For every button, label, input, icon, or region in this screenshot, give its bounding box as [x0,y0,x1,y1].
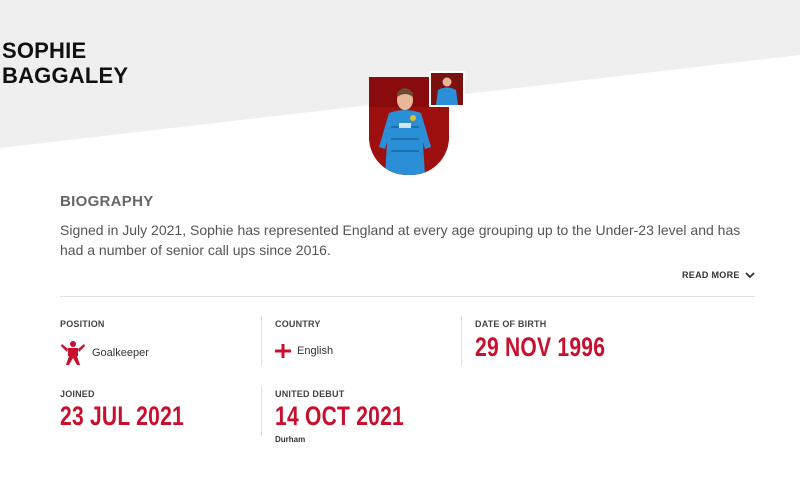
stat-divider [261,386,262,436]
stat-divider [461,316,462,366]
date-of-birth-label: DATE OF BIRTH [475,319,547,329]
chevron-down-icon [745,271,755,278]
thumbnail-figure [431,73,463,105]
position-label: POSITION [60,319,105,329]
england-flag-icon [275,344,291,358]
read-more-button[interactable]: READ MORE [682,270,755,280]
biography-text: Signed in July 2021, Sophie has represen… [60,222,741,258]
player-first-name: SOPHIE [2,38,87,63]
joined-label: JOINED [60,389,95,399]
player-name: SOPHIE BAGGALEY [2,38,128,88]
position-value: Goalkeeper [92,347,149,359]
united-debut-label: UNITED DEBUT [275,389,345,399]
player-thumbnail [429,71,465,107]
read-more-label: READ MORE [682,270,740,280]
goalkeeper-icon [61,341,85,365]
country-value: English [297,345,334,357]
united-debut-value: 14 OCT 2021 [275,401,405,431]
stat-divider [261,316,262,366]
country-label: COUNTRY [275,319,321,329]
biography-title: BIOGRAPHY [60,193,154,210]
position-value-row: Goalkeeper [60,340,149,366]
player-last-name: BAGGALEY [2,63,129,88]
joined-value: 23 JUL 2021 [60,401,184,431]
country-value-row: English [275,344,333,358]
date-of-birth-value: 29 NOV 1996 [475,332,606,362]
united-debut-opponent: Durham [275,435,306,444]
divider [60,296,755,297]
